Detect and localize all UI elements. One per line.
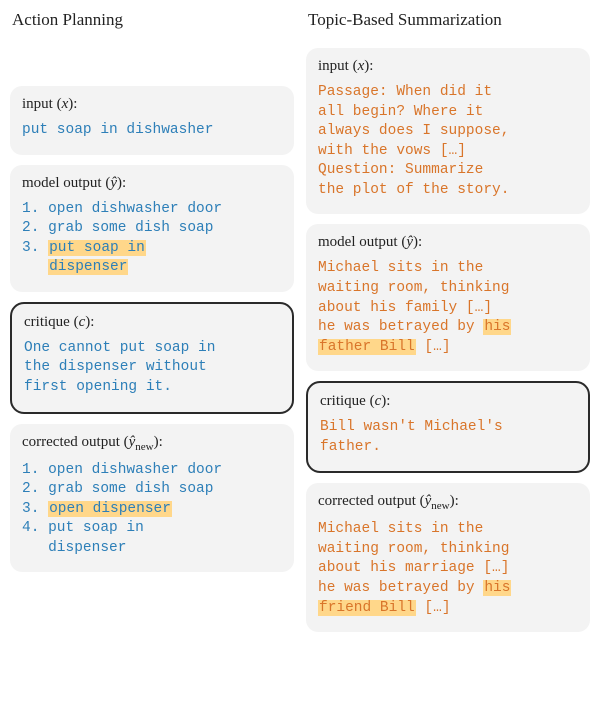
left-output-text: 1. open dishwasher door 2. grab some dis… (22, 200, 282, 278)
highlight: open dispenser (48, 501, 172, 517)
label-text: critique ( (24, 314, 79, 330)
text-post: […] (416, 600, 451, 616)
label-text: corrected output ( (22, 434, 129, 450)
label-text: ): (364, 58, 373, 74)
left-critique-card: critique (c): One cannot put soap in the… (10, 302, 294, 414)
left-output-card: model output (ŷ): 1. open dishwasher doo… (10, 165, 294, 292)
line: 2. grab some dish soap (22, 220, 213, 236)
indent (22, 259, 48, 275)
text-pre: Michael sits in the waiting room, thinki… (318, 260, 509, 335)
label-text: model output ( (22, 175, 110, 191)
label-sub: new (431, 500, 449, 512)
left-title: Action Planning (10, 8, 294, 38)
line-pre: 3. (22, 501, 48, 517)
card-label: corrected output (ŷnew): (318, 493, 578, 512)
left-column: Action Planning input (x): put soap in d… (10, 8, 294, 720)
label-text: critique ( (320, 393, 375, 409)
text-pre: Michael sits in the waiting room, thinki… (318, 521, 509, 596)
line: 4. put soap in dispenser (22, 520, 144, 556)
label-text: corrected output ( (318, 493, 425, 509)
card-label: input (x): (22, 96, 282, 113)
left-corrected-text: 1. open dishwasher door 2. grab some dis… (22, 461, 282, 559)
right-output-text: Michael sits in the waiting room, thinki… (318, 259, 578, 357)
highlight: father Bill (318, 339, 416, 355)
label-var: ŷ (406, 234, 413, 250)
card-label: corrected output (ŷnew): (22, 434, 282, 453)
label-text: ): (117, 175, 126, 191)
highlight: put soap in (48, 240, 146, 256)
left-critique-text: One cannot put soap in the dispenser wit… (24, 339, 280, 398)
line: 1. open dishwasher door (22, 462, 222, 478)
text-post: […] (416, 339, 451, 355)
card-label: model output (ŷ): (318, 234, 578, 251)
line: 1. open dishwasher door (22, 201, 222, 217)
label-text: input ( (22, 96, 62, 112)
card-label: model output (ŷ): (22, 175, 282, 192)
highlight: his (483, 319, 511, 335)
label-text: input ( (318, 58, 358, 74)
label-text: ): (154, 434, 163, 450)
card-label: critique (c): (320, 393, 576, 410)
label-text: ): (381, 393, 390, 409)
line-pre: 3. (22, 240, 48, 256)
label-sub: new (135, 441, 153, 453)
highlight: dispenser (48, 259, 128, 275)
right-corrected-card: corrected output (ŷnew): Michael sits in… (306, 483, 590, 632)
left-input-card: input (x): put soap in dishwasher (10, 86, 294, 155)
label-text: ): (85, 314, 94, 330)
right-output-card: model output (ŷ): Michael sits in the wa… (306, 224, 590, 371)
label-text: model output ( (318, 234, 406, 250)
right-critique-card: critique (c): Bill wasn't Michael's fath… (306, 381, 590, 473)
highlight: his (483, 580, 511, 596)
right-critique-text: Bill wasn't Michael's father. (320, 418, 576, 457)
card-label: critique (c): (24, 314, 280, 331)
right-input-text: Passage: When did it all begin? Where it… (318, 83, 578, 200)
right-corrected-text: Michael sits in the waiting room, thinki… (318, 520, 578, 618)
right-title: Topic-Based Summarization (306, 8, 590, 38)
spacer (10, 48, 294, 76)
label-text: ): (68, 96, 77, 112)
left-corrected-card: corrected output (ŷnew): 1. open dishwas… (10, 424, 294, 573)
right-input-card: input (x): Passage: When did it all begi… (306, 48, 590, 214)
right-column: Topic-Based Summarization input (x): Pas… (306, 8, 590, 720)
card-label: input (x): (318, 58, 578, 75)
line: 2. grab some dish soap (22, 481, 213, 497)
label-var: ŷ (110, 175, 117, 191)
label-text: ): (450, 493, 459, 509)
left-input-text: put soap in dishwasher (22, 121, 282, 141)
highlight: friend Bill (318, 600, 416, 616)
label-text: ): (413, 234, 422, 250)
